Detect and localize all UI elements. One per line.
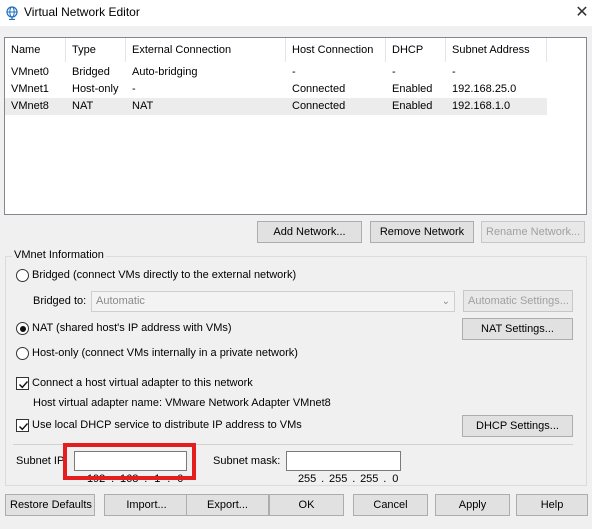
- ok-button[interactable]: OK: [269, 494, 344, 516]
- bridged-to-value: Automatic: [96, 295, 145, 307]
- list-header: Name Type External Connection Host Conne…: [5, 38, 586, 62]
- bridged-to-select[interactable]: Automatic ⌄: [91, 291, 455, 312]
- import-button[interactable]: Import...: [104, 494, 189, 516]
- checkmark-icon: [19, 423, 29, 431]
- rename-network-button[interactable]: Rename Network...: [481, 221, 585, 243]
- adapter-name-label: Host virtual adapter name: VMware Networ…: [33, 397, 331, 409]
- remove-network-button[interactable]: Remove Network: [370, 221, 474, 243]
- close-icon[interactable]: ✕: [572, 2, 592, 24]
- chevron-down-icon: ⌄: [441, 296, 450, 307]
- connect-adapter-label[interactable]: Connect a host virtual adapter to this n…: [32, 377, 253, 389]
- subnet-ip-highlight-box: [63, 443, 196, 480]
- checkmark-icon: [19, 381, 29, 389]
- bridged-radio[interactable]: [16, 269, 29, 282]
- cell-external: NAT: [132, 100, 154, 112]
- subnet-mask-octet: 0: [392, 473, 399, 485]
- subnet-mask-octet: 255: [297, 473, 317, 485]
- column-header-type[interactable]: Type: [66, 38, 126, 62]
- subnet-mask-octet: 255: [329, 473, 348, 485]
- subnet-mask-input[interactable]: 255. 255. 255. 0: [286, 451, 401, 485]
- cell-name: VMnet1: [11, 83, 49, 95]
- table-row[interactable]: VMnet1 Host-only - Connected Enabled 192…: [5, 81, 547, 98]
- column-header-name[interactable]: Name: [5, 38, 66, 62]
- hostonly-label[interactable]: Host-only (connect VMs internally in a p…: [32, 347, 298, 359]
- column-header-subnet[interactable]: Subnet Address: [446, 38, 547, 62]
- table-row-selected[interactable]: VMnet8 NAT NAT Connected Enabled 192.168…: [5, 98, 547, 115]
- cell-type: Host-only: [72, 83, 119, 95]
- connect-adapter-checkbox[interactable]: [16, 377, 29, 390]
- cell-host: Connected: [292, 83, 346, 95]
- cell-external: Auto-bridging: [132, 66, 198, 78]
- cell-type: Bridged: [72, 66, 110, 78]
- nat-radio[interactable]: [16, 322, 29, 335]
- cell-name: VMnet8: [11, 100, 49, 112]
- column-header-host[interactable]: Host Connection: [286, 38, 386, 62]
- column-header-external[interactable]: External Connection: [126, 38, 286, 62]
- vmnet-info-legend: VMnet Information: [12, 249, 106, 261]
- cell-type: NAT: [72, 100, 94, 112]
- export-button[interactable]: Export...: [186, 494, 269, 516]
- cell-subnet: -: [452, 66, 456, 78]
- cell-dhcp: Enabled: [392, 100, 433, 112]
- table-row[interactable]: VMnet0 Bridged Auto-bridging - - -: [5, 64, 547, 81]
- nat-settings-button[interactable]: NAT Settings...: [462, 318, 573, 340]
- column-header-dhcp[interactable]: DHCP: [386, 38, 446, 62]
- cell-external: -: [132, 83, 136, 95]
- nat-label[interactable]: NAT (shared host's IP address with VMs): [32, 322, 232, 334]
- bridged-label[interactable]: Bridged (connect VMs directly to the ext…: [32, 269, 296, 281]
- cell-subnet: 192.168.1.0: [452, 100, 511, 112]
- bridged-to-label: Bridged to:: [33, 295, 87, 307]
- add-network-button[interactable]: Add Network...: [257, 221, 362, 243]
- subnet-mask-octet: 255: [360, 473, 379, 485]
- help-button[interactable]: Help: [516, 494, 588, 516]
- dhcp-settings-button[interactable]: DHCP Settings...: [462, 415, 573, 437]
- cell-host: -: [292, 66, 296, 78]
- automatic-settings-button[interactable]: Automatic Settings...: [463, 290, 573, 312]
- hostonly-radio[interactable]: [16, 347, 29, 360]
- subnet-mask-label: Subnet mask:: [213, 455, 281, 467]
- dhcp-label[interactable]: Use local DHCP service to distribute IP …: [32, 419, 302, 431]
- apply-button[interactable]: Apply: [435, 494, 510, 516]
- window-title: Virtual Network Editor: [24, 5, 140, 19]
- network-list[interactable]: Name Type External Connection Host Conne…: [4, 37, 587, 215]
- cell-host: Connected: [292, 100, 346, 112]
- cell-name: VMnet0: [11, 66, 49, 78]
- dhcp-checkbox[interactable]: [16, 419, 29, 432]
- subnet-ip-label: Subnet IP: [16, 455, 65, 467]
- cell-subnet: 192.168.25.0: [452, 83, 517, 95]
- cell-dhcp: Enabled: [392, 83, 433, 95]
- network-globe-icon: [6, 6, 18, 20]
- restore-defaults-button[interactable]: Restore Defaults: [5, 494, 95, 516]
- cancel-button[interactable]: Cancel: [353, 494, 428, 516]
- cell-dhcp: -: [392, 66, 396, 78]
